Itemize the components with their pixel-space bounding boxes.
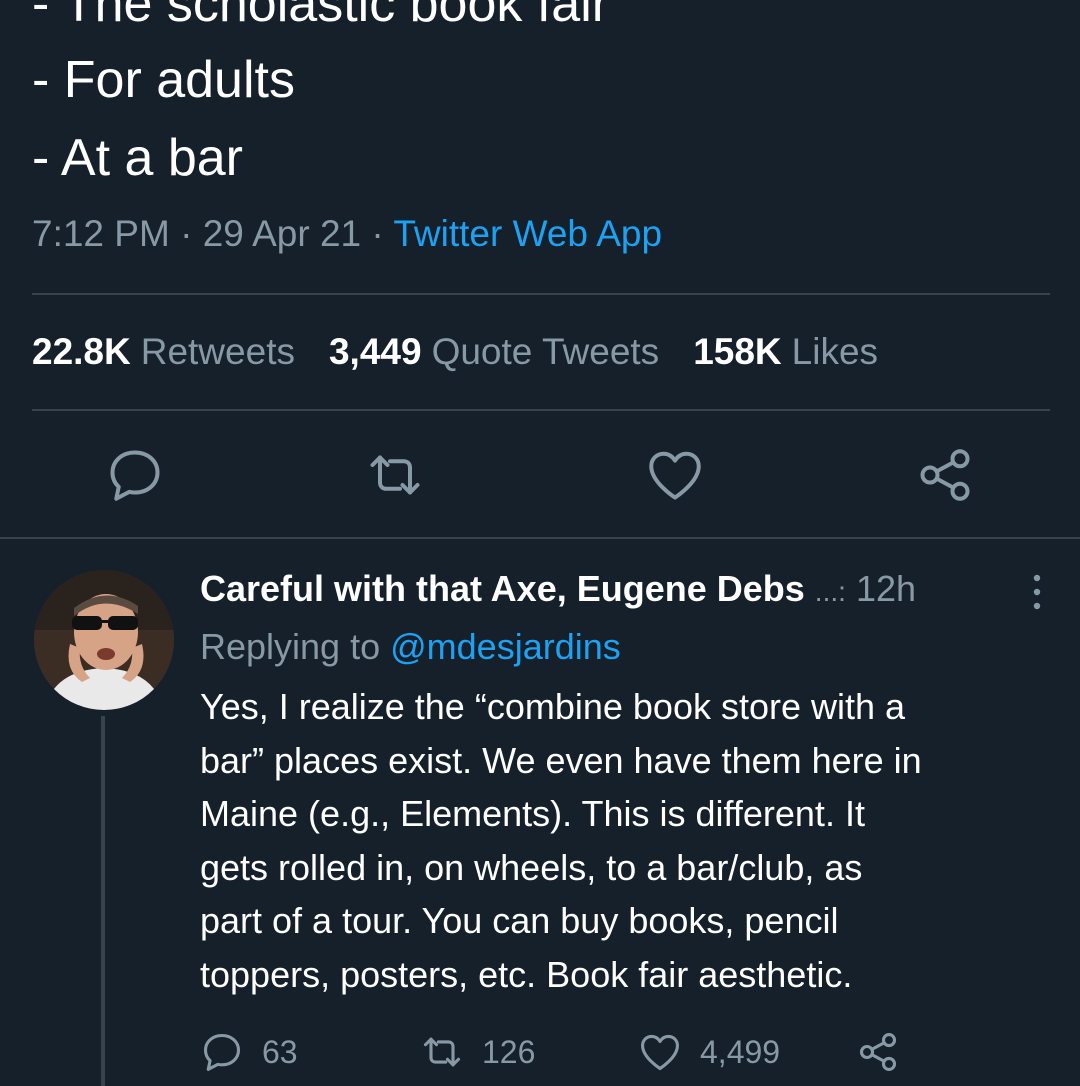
tweet-time: 7:12 PM xyxy=(32,213,170,254)
quotes-count: 3,449 xyxy=(328,331,422,372)
reply-actions: 63 126 4,499 xyxy=(200,1030,1060,1080)
divider xyxy=(32,293,1050,295)
reply-text: Yes, I realize the “combine book store w… xyxy=(200,680,1040,1001)
share-icon xyxy=(859,1033,897,1071)
reply-header: Careful with that Axe, Eugene Debs ...: … xyxy=(200,568,1060,610)
tweet-text-line: - For adults xyxy=(32,51,295,109)
retweet-icon[interactable] xyxy=(365,445,425,505)
reply-text-line: part of a tour. You can buy books, penci… xyxy=(200,900,839,941)
reply-tweet[interactable]: Careful with that Axe, Eugene Debs ...: … xyxy=(0,540,1080,1086)
tweet-meta: 7:12 PM · 29 Apr 21 · Twitter Web App xyxy=(32,213,662,255)
retweet-count: 126 xyxy=(482,1033,536,1070)
like-icon xyxy=(641,1034,679,1071)
more-options-icon[interactable] xyxy=(1030,572,1044,612)
reply-share-button[interactable] xyxy=(856,1030,900,1074)
meta-separator: · xyxy=(180,213,193,254)
share-icon[interactable] xyxy=(915,445,975,505)
section-divider xyxy=(0,537,1080,539)
tweet-text-line: - The scholastic book fair xyxy=(32,0,610,33)
reply-retweet-button[interactable]: 126 xyxy=(420,1030,535,1074)
quotes-stat[interactable]: 3,449 Quote Tweets xyxy=(329,331,659,373)
retweets-label: Retweets xyxy=(140,331,295,372)
tweet-text-line: - At a bar xyxy=(32,129,243,187)
likes-count: 158K xyxy=(693,331,782,372)
reply-icon xyxy=(203,1033,241,1071)
likes-stat[interactable]: 158K Likes xyxy=(693,331,878,373)
retweets-count: 22.8K xyxy=(32,331,131,372)
avatar[interactable] xyxy=(34,570,174,710)
replying-prefix: Replying to xyxy=(200,626,381,667)
main-tweet: - The scholastic book fair - For adults … xyxy=(0,0,1080,540)
like-icon[interactable] xyxy=(645,445,705,505)
reply-time[interactable]: 12h xyxy=(856,568,916,609)
reply-text-line: gets rolled in, on wheels, to a bar/club… xyxy=(200,846,863,888)
tweet-date: 29 Apr 21 xyxy=(202,213,362,254)
tweet-actions xyxy=(0,445,1080,509)
replying-to: Replying to @mdesjardins xyxy=(200,626,621,668)
like-count: 4,499 xyxy=(700,1033,781,1070)
reply-text-line: Yes, I realize the “combine book store w… xyxy=(200,686,906,727)
likes-label: Likes xyxy=(791,331,879,372)
reply-like-button[interactable]: 4,499 xyxy=(638,1030,780,1074)
meta-separator: · xyxy=(371,213,384,254)
thread-line xyxy=(101,716,105,1086)
quotes-label: Quote Tweets xyxy=(431,331,660,372)
retweets-stat[interactable]: 22.8K Retweets xyxy=(32,331,295,373)
reply-count: 63 xyxy=(262,1033,298,1070)
reply-reply-button[interactable]: 63 xyxy=(200,1030,298,1074)
reply-text-line: Maine (e.g., Elements). This is differen… xyxy=(200,793,865,834)
mention-link[interactable]: @mdesjardins xyxy=(390,626,621,667)
reply-text-line: bar” places exist. We even have them her… xyxy=(200,739,922,781)
retweet-icon xyxy=(423,1037,461,1067)
reply-text-line: toppers, posters, etc. Book fair aesthet… xyxy=(200,953,853,995)
reply-icon[interactable] xyxy=(105,445,165,505)
divider xyxy=(32,409,1050,411)
tweet-stats: 22.8K Retweets 3,449 Quote Tweets 158K Like… xyxy=(32,331,878,373)
author-name[interactable]: Careful with that Axe, Eugene Debs xyxy=(200,568,805,609)
author-handle: ...: xyxy=(814,576,846,607)
tweet-source-link[interactable]: Twitter Web App xyxy=(393,213,662,254)
